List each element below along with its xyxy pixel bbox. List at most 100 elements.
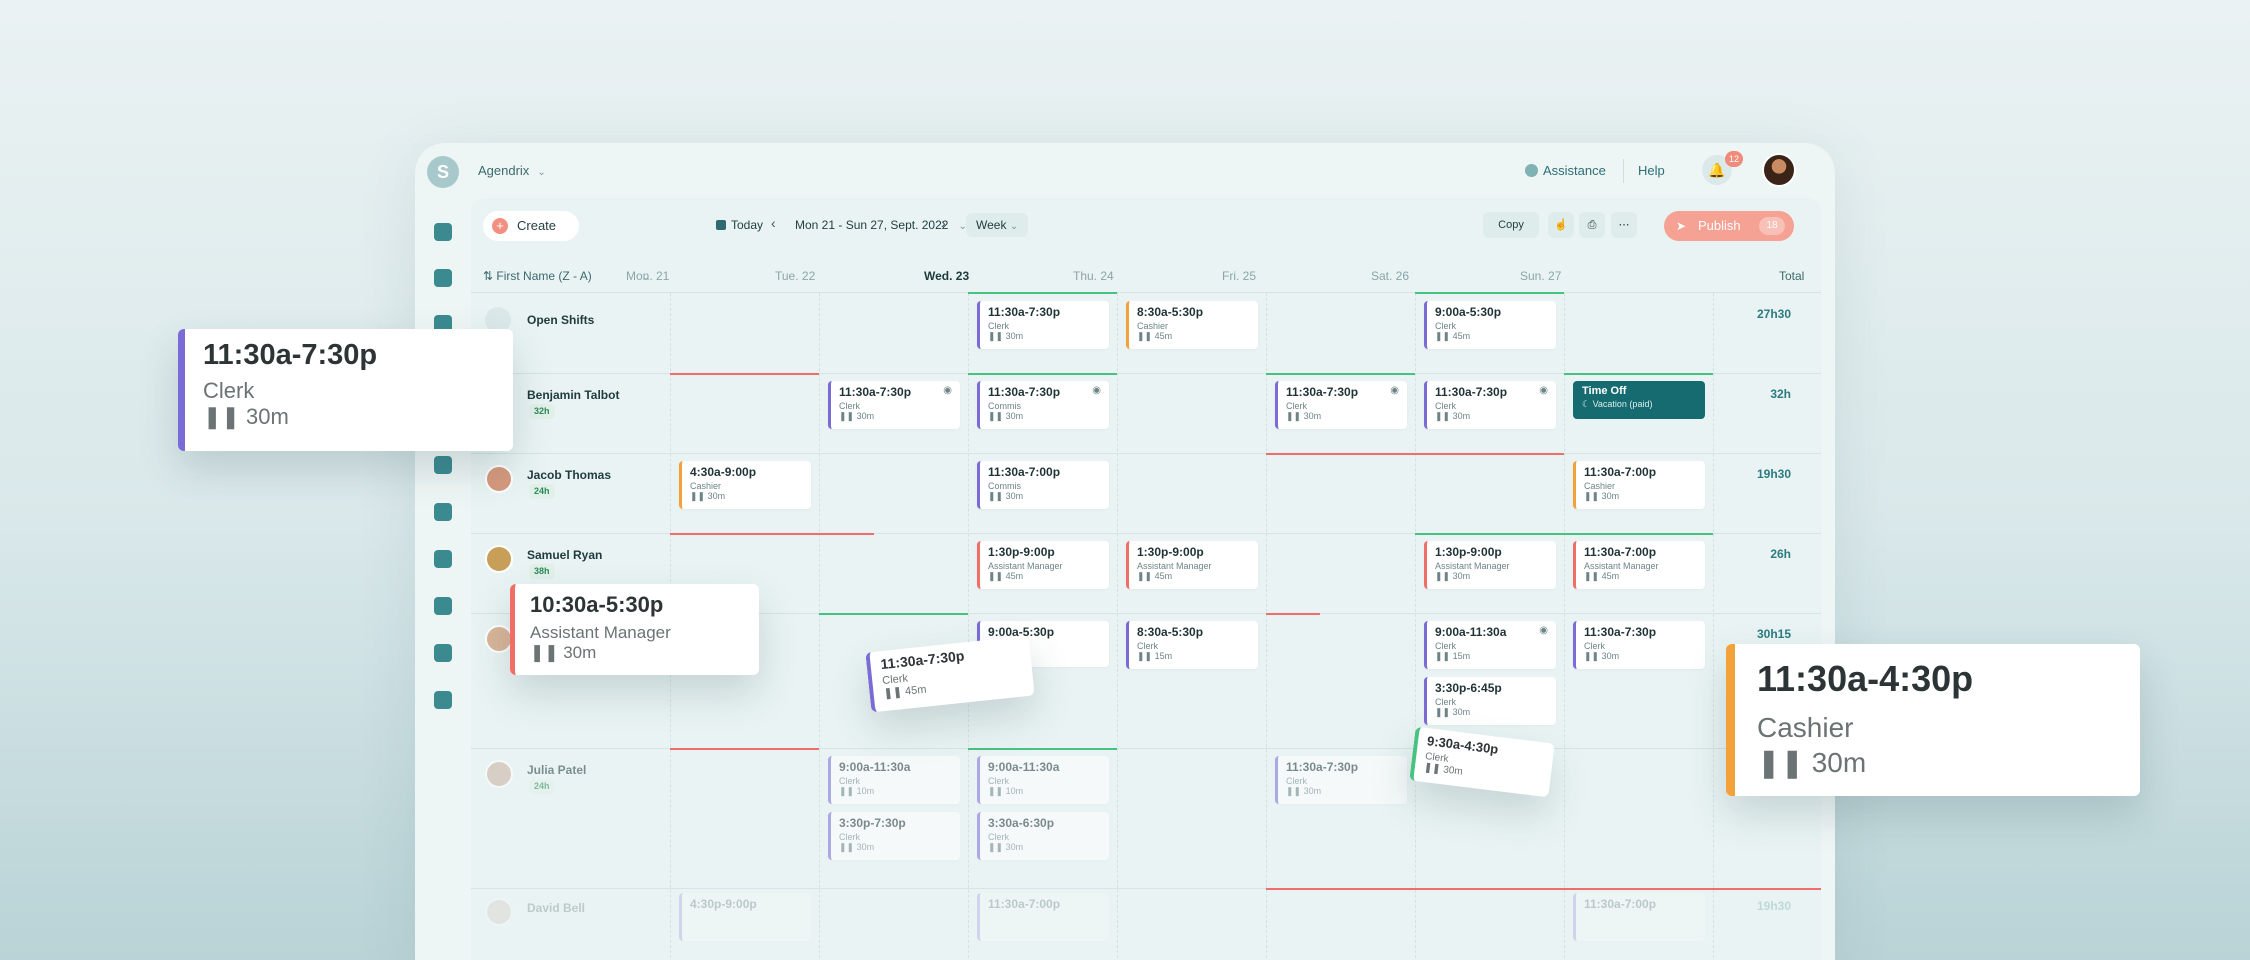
break-value: 30m [1452, 411, 1471, 421]
copy-button[interactable]: Copy [1483, 212, 1539, 238]
grid-column-line [1564, 293, 1565, 960]
shift-role: Clerk [1286, 776, 1308, 786]
shift-card[interactable]: 8:30a-5:30p Clerk ❚❚ 15m [1126, 621, 1258, 669]
shift-card[interactable]: 4:30a-9:00p Cashier ❚❚ 30m [679, 461, 811, 509]
shift-card[interactable]: 11:30a-7:30p Clerk ❚❚ 30m ◉ [828, 381, 960, 429]
today-button[interactable]: Today [716, 218, 763, 232]
hours-badge: 24h [529, 484, 555, 499]
shift-card[interactable]: 11:30a-7:00p Commis ❚❚ 30m [977, 461, 1109, 509]
create-button[interactable]: + Create [483, 211, 579, 241]
shift-card[interactable]: 1:30p-9:00p Assistant Manager ❚❚ 45m [1126, 541, 1258, 589]
row-total: 26h [1770, 547, 1791, 561]
view-select[interactable]: Week ⌄ [966, 213, 1028, 237]
break-value: 10m [856, 786, 875, 796]
user-avatar[interactable] [1762, 153, 1796, 187]
help-link[interactable]: Help [1638, 163, 1665, 178]
availability-line [968, 292, 1117, 294]
schedule-icon[interactable] [434, 269, 452, 287]
shift-card[interactable]: 4:30p-9:00p [679, 893, 811, 941]
shift-card[interactable]: 9:00a-11:30a Clerk ❚❚ 10m [828, 756, 960, 804]
shift-card[interactable]: 11:30a-7:30p Clerk ❚❚ 30m ◉ [1275, 381, 1407, 429]
shift-role: Clerk [988, 321, 1010, 331]
eye-icon: ◉ [1092, 385, 1101, 396]
time-off-type: Vacation (paid) [1592, 399, 1653, 409]
floating-shift-card[interactable]: 11:30a-4:30p Cashier ❚❚ 30m [1726, 644, 2140, 796]
team-icon[interactable] [434, 550, 452, 568]
shift-card[interactable]: 11:30a-7:30p Clerk ❚❚ 30m [1573, 621, 1705, 669]
shift-card[interactable]: 9:00a-11:30a Clerk ❚❚ 10m [977, 756, 1109, 804]
shift-role: Commis [988, 481, 1021, 491]
shift-card[interactable]: 11:30a-7:00p Assistant Manager ❚❚ 45m [1573, 541, 1705, 589]
shift-card[interactable]: 11:30a-7:00p [977, 893, 1109, 941]
shift-break: ❚❚ 30m [988, 411, 1024, 421]
shift-card[interactable]: 9:00a-5:30p Clerk ❚❚ 45m [1424, 301, 1556, 349]
shift-time: 10:30a-5:30p [530, 592, 664, 617]
eye-icon: ◉ [943, 385, 952, 396]
org-switcher[interactable]: Agendrix ⌄ [478, 163, 546, 178]
shift-card[interactable]: 1:30p-9:00p Assistant Manager ❚❚ 30m [1424, 541, 1556, 589]
prev-week-button[interactable]: ‹ [771, 215, 776, 231]
publish-button[interactable]: ➤ Publish 18 [1664, 211, 1794, 241]
chevron-down-icon: ⌄ [537, 167, 546, 178]
top-bar: S Agendrix ⌄ Assistance Help 🔔 12 [415, 143, 1835, 201]
shift-card[interactable]: 11:30a-7:00p [1573, 893, 1705, 941]
chat-icon [1525, 164, 1538, 177]
shift-break: ❚❚ 30m [988, 842, 1024, 852]
gear-icon[interactable] [434, 644, 452, 662]
clock-icon[interactable] [434, 503, 452, 521]
next-week-button[interactable]: › [941, 215, 946, 231]
publish-count: 18 [1759, 217, 1785, 235]
assistance-link[interactable]: Assistance [1525, 163, 1606, 178]
shift-time: 11:30a-7:30p [1584, 625, 1657, 639]
shift-card[interactable]: 11:30a-7:30p Commis ❚❚ 30m ◉ [977, 381, 1109, 429]
shift-card[interactable]: 11:30a-7:00p Cashier ❚❚ 30m [1573, 461, 1705, 509]
shift-break: ❚❚ 30m [1584, 491, 1620, 501]
card-icon[interactable] [434, 691, 452, 709]
view-label: Week [976, 218, 1007, 232]
unavailability-line [1266, 453, 1564, 455]
break-value: 30m [1303, 411, 1322, 421]
row-name: Samuel Ryan [527, 548, 603, 562]
day-header-sat: Sat. 26 [1371, 269, 1410, 283]
shift-time: 11:30a-7:00p [1584, 545, 1657, 559]
shift-break: ❚❚ 30m [1584, 651, 1620, 661]
shift-break: ❚❚ 30m [1435, 571, 1471, 581]
shift-card[interactable]: 1:30p-9:00p Assistant Manager ❚❚ 45m [977, 541, 1109, 589]
app-logo[interactable]: S [427, 156, 459, 188]
break-value: 30m [245, 404, 289, 429]
notification-badge: 12 [1725, 151, 1743, 167]
grid-column-line [1117, 293, 1118, 960]
shift-role: Clerk [1435, 641, 1457, 651]
shift-break: ❚❚ 30m [690, 491, 726, 501]
time-off-card[interactable]: Time Off ☾ Vacation (paid) [1573, 381, 1705, 419]
grid-column-line [1713, 293, 1714, 960]
grid-line [471, 292, 1821, 293]
shift-card[interactable]: 8:30a-5:30p Cashier ❚❚ 45m [1126, 301, 1258, 349]
more-icon[interactable]: ⋯ [1611, 212, 1637, 238]
print-icon[interactable]: ⎙ [1579, 212, 1605, 238]
home-icon[interactable] [434, 223, 452, 241]
avatar [485, 625, 513, 653]
megaphone-icon[interactable] [434, 456, 452, 474]
shift-card[interactable]: 11:30a-7:30p Clerk ❚❚ 30m ◉ [1424, 381, 1556, 429]
shift-card[interactable]: 3:30p-7:30p Clerk ❚❚ 30m [828, 812, 960, 860]
break-value: 30m [563, 643, 597, 662]
shift-card[interactable]: 11:30a-7:30p Clerk ❚❚ 30m [977, 301, 1109, 349]
hand-icon[interactable]: ☝ [1548, 212, 1574, 238]
floating-shift-card[interactable]: 11:30a-7:30p Clerk ❚❚ 30m [178, 329, 513, 451]
shift-card[interactable]: 9:00a-11:30a Clerk ❚❚ 15m ◉ [1424, 621, 1556, 669]
reports-icon[interactable] [434, 597, 452, 615]
shift-card[interactable]: 3:30p-6:45p Clerk ❚❚ 30m [1424, 677, 1556, 725]
shift-break: ❚❚ 45m [1584, 571, 1620, 581]
break-value: 10m [1005, 786, 1024, 796]
floating-shift-card[interactable]: 10:30a-5:30p Assistant Manager ❚❚ 30m [510, 584, 759, 675]
shift-card[interactable]: 11:30a-7:30p Clerk ❚❚ 30m [1275, 756, 1407, 804]
create-label: Create [517, 218, 557, 233]
row-total: 19h30 [1756, 467, 1791, 481]
shift-time: 3:30p-6:45p [1435, 681, 1502, 695]
break-value: 45m [904, 683, 928, 698]
shift-card[interactable]: 3:30a-6:30p Clerk ❚❚ 30m [977, 812, 1109, 860]
send-icon: ➤ [1676, 219, 1687, 233]
shift-role: Cashier [1757, 712, 1854, 743]
total-header: Total [1779, 269, 1805, 283]
